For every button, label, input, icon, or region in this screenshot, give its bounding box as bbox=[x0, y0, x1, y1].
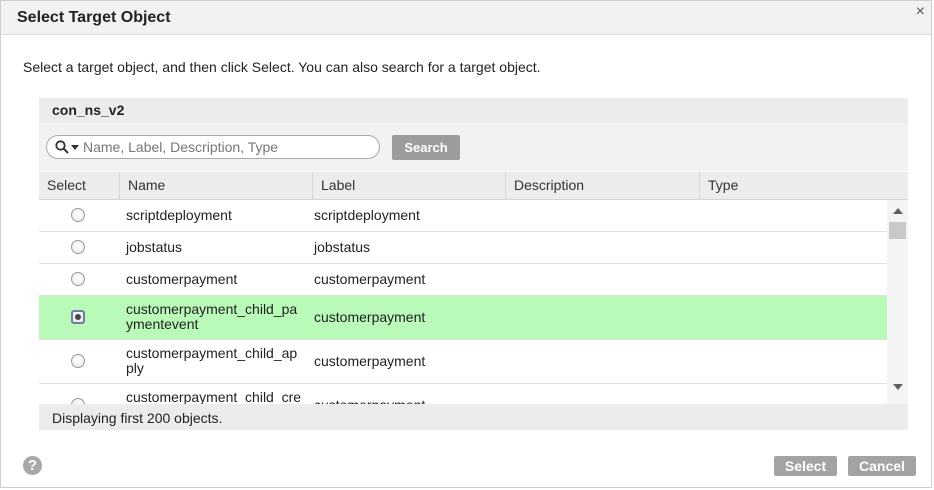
object-table-body: scriptdeployment scriptdeployment jobsta… bbox=[39, 200, 887, 404]
select-radio[interactable] bbox=[71, 354, 85, 368]
status-text: Displaying first 200 objects. bbox=[52, 410, 223, 426]
cell-label: scriptdeployment bbox=[314, 207, 420, 223]
cell-name: customerpayment_child_cre bbox=[126, 389, 302, 405]
cell-name: customerpayment bbox=[126, 271, 238, 287]
chevron-down-icon[interactable] bbox=[71, 145, 79, 150]
close-icon[interactable]: × bbox=[916, 4, 925, 20]
table-row[interactable]: scriptdeployment scriptdeployment bbox=[39, 200, 887, 232]
connection-name: con_ns_v2 bbox=[52, 102, 125, 118]
select-radio-checked[interactable] bbox=[71, 310, 85, 324]
help-icon[interactable]: ? bbox=[23, 456, 42, 475]
column-header-type[interactable]: Type bbox=[699, 172, 908, 199]
object-browser-panel: con_ns_v2 Search Select Name Label Descr… bbox=[39, 98, 908, 430]
select-radio[interactable] bbox=[71, 208, 85, 222]
vertical-scrollbar[interactable] bbox=[887, 200, 908, 404]
cell-name: customerpayment_child_pa ymentevent bbox=[126, 301, 298, 332]
select-target-object-dialog: Select Target Object × Select a target o… bbox=[0, 0, 932, 488]
cell-label: customerpayment bbox=[314, 271, 426, 287]
cell-label: jobstatus bbox=[314, 239, 371, 255]
cell-name: scriptdeployment bbox=[126, 207, 232, 223]
search-input[interactable] bbox=[83, 138, 373, 156]
instructions-text: Select a target object, and then click S… bbox=[23, 59, 541, 75]
scroll-down-arrow-icon[interactable] bbox=[893, 384, 903, 390]
table-header: Select Name Label Description Type bbox=[39, 172, 908, 200]
scroll-up-arrow-icon[interactable] bbox=[893, 208, 903, 214]
column-header-name[interactable]: Name bbox=[119, 172, 312, 199]
search-bar: Search bbox=[39, 123, 908, 171]
cell-name: customerpayment_child_ap ply bbox=[126, 345, 298, 376]
dialog-title: Select Target Object bbox=[17, 9, 171, 26]
table-row[interactable]: jobstatus jobstatus bbox=[39, 232, 887, 264]
table-row[interactable]: customerpayment customerpayment bbox=[39, 264, 887, 296]
column-header-label[interactable]: Label bbox=[312, 172, 505, 199]
column-header-description[interactable]: Description bbox=[505, 172, 699, 199]
status-bar: Displaying first 200 objects. bbox=[39, 404, 908, 430]
scrollbar-thumb[interactable] bbox=[889, 222, 906, 239]
select-radio[interactable] bbox=[71, 240, 85, 254]
cell-label: customerpayment bbox=[314, 353, 426, 369]
select-button[interactable]: Select bbox=[774, 456, 837, 476]
select-radio[interactable] bbox=[71, 272, 85, 286]
cell-name: jobstatus bbox=[126, 239, 183, 255]
cancel-button[interactable]: Cancel bbox=[848, 456, 916, 476]
table-row[interactable]: customerpayment_child_ap ply customerpay… bbox=[39, 340, 887, 384]
search-button[interactable]: Search bbox=[392, 135, 460, 160]
table-row[interactable]: customerpayment_child_cre customerpaymen… bbox=[39, 384, 887, 404]
cell-label: customerpayment bbox=[314, 309, 426, 325]
search-box[interactable] bbox=[46, 135, 380, 159]
search-icon[interactable] bbox=[55, 140, 69, 154]
column-header-select: Select bbox=[47, 177, 86, 193]
dialog-title-bar: Select Target Object × bbox=[1, 1, 931, 35]
table-row-selected[interactable]: customerpayment_child_pa ymentevent cust… bbox=[39, 296, 887, 340]
connection-header: con_ns_v2 bbox=[39, 98, 908, 123]
